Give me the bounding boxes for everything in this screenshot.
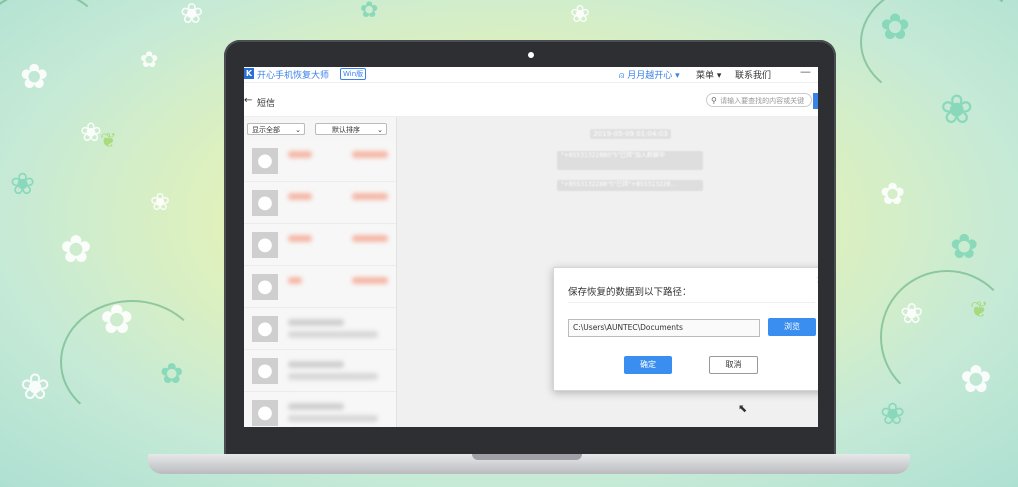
flower-decoration: ❀ xyxy=(570,0,591,28)
flower-decoration: ❀ xyxy=(880,397,906,432)
user-menu[interactable]: ⍝ 月月越开心 ▾ xyxy=(619,68,680,81)
flower-decoration: ✿ xyxy=(60,227,92,271)
mouse-cursor-icon: ⬉ xyxy=(738,402,748,415)
flower-decoration: ✿ xyxy=(140,48,159,73)
search-placeholder: 请输入要查找的内容或关键 xyxy=(720,97,805,105)
blurred-date xyxy=(352,277,388,284)
blurred-date xyxy=(352,235,388,242)
blurred-preview xyxy=(288,331,378,338)
list-item[interactable]: ● xyxy=(244,351,396,392)
laptop-screen-bezel: K 开心手机恢复大师 Win版 ⍝ 月月越开心 ▾ 菜单 ▾ 联系我们 — ← … xyxy=(224,40,836,458)
app-title: 开心手机恢复大师 xyxy=(257,71,330,81)
flower-decoration: ❦ xyxy=(100,128,117,152)
panel-edge xyxy=(813,93,818,109)
chevron-down-icon: ⌄ xyxy=(377,126,383,134)
flower-decoration: ❀ xyxy=(80,118,102,148)
title-bar: K 开心手机恢复大师 Win版 ⍝ 月月越开心 ▾ 菜单 ▾ 联系我们 — xyxy=(244,67,818,83)
app-logo-icon: K xyxy=(244,68,254,79)
flower-decoration: ❀ xyxy=(10,167,36,202)
search-input[interactable]: ⚲ 请输入要查找的内容或关键 xyxy=(706,93,812,107)
laptop-hinge xyxy=(472,454,582,460)
sort-label: 默认排序 xyxy=(332,126,360,134)
menu-label: 菜单 xyxy=(696,71,715,81)
list-item[interactable]: ● xyxy=(244,267,396,308)
list-item[interactable]: ● xyxy=(244,225,396,266)
flower-decoration: ✿ xyxy=(880,7,911,48)
message-bubble: "+8553132288"5"已拜"+855313228... xyxy=(557,180,703,191)
person-icon: ● xyxy=(252,274,278,300)
back-arrow-icon[interactable]: ← xyxy=(244,95,252,106)
person-icon: ● xyxy=(252,316,278,342)
minimize-button[interactable]: — xyxy=(800,67,811,78)
person-icon: ● xyxy=(252,148,278,174)
blurred-date xyxy=(352,193,388,200)
menu-dropdown[interactable]: 菜单 ▾ xyxy=(696,68,721,81)
filter-dropdown[interactable]: 显示全部 ⌄ xyxy=(247,123,305,135)
person-icon: ● xyxy=(252,232,278,258)
contact-us-link[interactable]: 联系我们 xyxy=(735,68,771,81)
list-item[interactable]: ● xyxy=(244,393,396,427)
flower-decoration: ✿ xyxy=(950,227,979,267)
cancel-button[interactable]: 取消 xyxy=(709,356,758,374)
blurred-name xyxy=(288,277,302,284)
flower-decoration: ✿ xyxy=(880,177,906,212)
blurred-name xyxy=(288,235,312,242)
blurred-name xyxy=(288,151,312,158)
message-bubble: "+85531322880"5"已拜"加入群聊中 xyxy=(557,151,703,170)
flower-decoration: ✿ xyxy=(360,0,379,23)
laptop-base xyxy=(148,454,910,474)
person-icon: ● xyxy=(252,190,278,216)
edition-badge: Win版 xyxy=(340,68,367,80)
camera-icon xyxy=(528,52,534,58)
blurred-preview xyxy=(288,415,378,422)
dialog-title: 保存恢复的数据到以下路径： xyxy=(568,287,692,298)
save-path-dialog: 保存恢复的数据到以下路径： × C:\Users\AUNTEC\Document… xyxy=(553,267,818,391)
user-icon: ⍝ xyxy=(619,71,625,81)
flower-decoration: ✿ xyxy=(100,297,134,343)
sort-dropdown[interactable]: 默认排序 ⌄ xyxy=(315,123,387,135)
flower-decoration: ✿ xyxy=(160,357,184,390)
flower-decoration: ❀ xyxy=(940,87,974,133)
vine-decoration xyxy=(880,270,1014,404)
chevron-down-icon: ⌄ xyxy=(295,126,301,134)
user-name: 月月越开心 xyxy=(627,71,673,81)
confirm-button[interactable]: 确定 xyxy=(624,356,672,374)
flower-decoration: ❀ xyxy=(900,297,924,330)
flower-decoration: ❦ xyxy=(970,298,989,323)
flower-decoration: ❀ xyxy=(180,0,204,30)
conversation-list: 显示全部 ⌄ 默认排序 ⌄ ● ● ● ● ● ● ● xyxy=(244,117,397,427)
message-panel: 2019-05-09 01:04:03 "+85531322880"5"已拜"加… xyxy=(397,117,818,427)
blurred-name xyxy=(288,361,344,368)
person-icon: ● xyxy=(252,358,278,384)
save-path-field[interactable]: C:\Users\AUNTEC\Documents xyxy=(568,319,760,337)
close-icon[interactable]: × xyxy=(816,273,818,286)
blurred-preview xyxy=(288,373,378,380)
flower-decoration: ❀ xyxy=(20,367,51,408)
message-timestamp: 2019-05-09 01:04:03 xyxy=(590,129,671,139)
flower-decoration: ❀ xyxy=(150,188,171,216)
blurred-name xyxy=(288,193,312,200)
divider xyxy=(568,302,815,303)
search-icon: ⚲ xyxy=(711,96,717,105)
chevron-down-icon: ▾ xyxy=(716,71,722,81)
app-window: K 开心手机恢复大师 Win版 ⍝ 月月越开心 ▾ 菜单 ▾ 联系我们 — ← … xyxy=(244,67,818,427)
list-item[interactable]: ● xyxy=(244,183,396,224)
filter-label: 显示全部 xyxy=(252,126,280,134)
chevron-down-icon: ▾ xyxy=(675,71,680,81)
vine-decoration xyxy=(0,0,104,84)
page-title: 短信 xyxy=(257,99,276,109)
flower-decoration: ✿ xyxy=(960,357,992,401)
person-icon: ● xyxy=(252,400,278,426)
browse-button[interactable]: 浏览 xyxy=(768,318,816,336)
nav-bar: ← 短信 ⚲ 请输入要查找的内容或关键 xyxy=(244,86,818,117)
blurred-name xyxy=(288,403,344,410)
list-item[interactable]: ● xyxy=(244,141,396,182)
list-item[interactable]: ● xyxy=(244,309,396,350)
blurred-name xyxy=(288,319,344,326)
blurred-date xyxy=(352,151,388,158)
flower-decoration: ✿ xyxy=(20,57,49,97)
